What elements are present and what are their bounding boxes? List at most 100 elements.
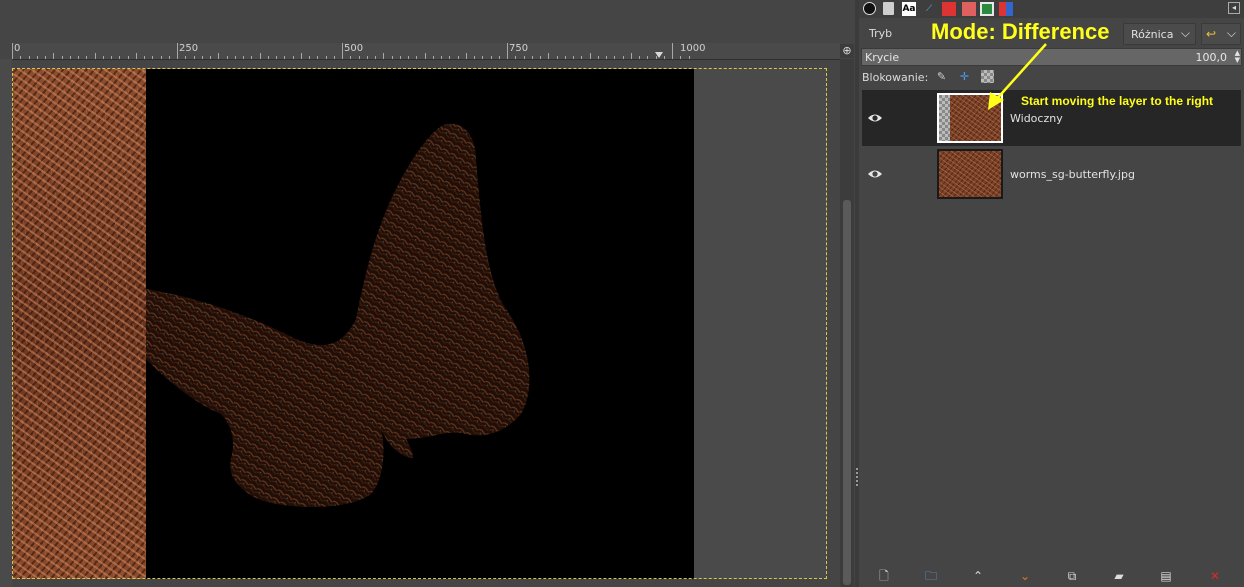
pattern-tab-icon[interactable] <box>883 2 894 15</box>
divider-grip[interactable] <box>856 468 858 486</box>
ruler-tick <box>267 56 269 59</box>
anchor-layer-button[interactable]: ▰ <box>1111 568 1127 584</box>
layer-mask-button[interactable]: ▤ <box>1158 568 1174 584</box>
spin-arrows-icon[interactable]: ▲ ▼ <box>1235 50 1240 64</box>
ruler-label: 500 <box>344 43 364 54</box>
new-layer-button[interactable]: 🗋 <box>876 568 892 584</box>
ruler-tick <box>86 56 88 59</box>
ruler-tick <box>276 56 277 59</box>
font-tab-icon[interactable]: Aa <box>902 2 916 16</box>
chevron-down-icon: ⌵ <box>1180 26 1190 40</box>
ruler-tick <box>111 56 112 59</box>
ruler-tick <box>548 53 550 59</box>
ruler-tick <box>391 56 393 59</box>
opacity-fill <box>862 49 1241 65</box>
ruler-tick <box>69 56 71 59</box>
ruler-tick <box>581 56 583 59</box>
ruler-tick <box>309 56 310 59</box>
vertical-ruler[interactable] <box>0 59 12 587</box>
butterfly-silhouette <box>146 123 530 507</box>
ruler-tick <box>61 56 63 59</box>
layers-tab-icon[interactable] <box>980 2 994 16</box>
ruler-tick <box>523 56 525 59</box>
ruler-tick <box>573 56 574 59</box>
ruler-tick <box>160 56 162 59</box>
ruler-tick <box>399 56 401 59</box>
lock-position-icon[interactable]: ✛ <box>958 70 971 83</box>
ruler-tick <box>589 53 591 59</box>
pointer-position-marker <box>655 52 663 58</box>
ruler-tick <box>597 56 599 59</box>
ruler-tick <box>441 56 442 59</box>
ruler-tick <box>102 56 104 59</box>
ruler-tick <box>416 56 418 59</box>
scrollbar-thumb[interactable] <box>843 200 851 585</box>
canvas-area: 0 250 500 750 1000 ⊕ <box>0 0 855 587</box>
ruler-tick <box>259 53 261 59</box>
ruler-tick <box>94 53 96 59</box>
ruler-tick <box>333 56 335 59</box>
ruler-tick <box>408 56 409 59</box>
layers-toolbar: 🗋 🗀 ⌃ ⌄ ⧉ ▰ ▤ ✕ <box>859 566 1244 587</box>
lock-pixels-icon[interactable]: ✎ <box>935 70 948 83</box>
brush-tab-icon[interactable] <box>863 2 876 15</box>
ruler-tick <box>688 56 690 59</box>
ruler-tick <box>292 56 294 59</box>
lower-layer-button[interactable]: ⌄ <box>1017 568 1033 584</box>
ruler-tick <box>614 56 616 59</box>
tool-tab-icon[interactable] <box>942 2 956 16</box>
dock-menu-icon[interactable]: ◂ <box>1228 2 1240 14</box>
ruler-tick <box>168 56 170 59</box>
raise-layer-button[interactable]: ⌃ <box>970 568 986 584</box>
ruler-tick <box>177 43 178 59</box>
horizontal-ruler[interactable]: 0 250 500 750 1000 <box>12 43 840 60</box>
duplicate-layer-button[interactable]: ⧉ <box>1064 568 1080 584</box>
ruler-tick <box>210 56 211 59</box>
ruler-tick <box>78 56 79 59</box>
ruler-tick <box>144 56 145 59</box>
ruler-tick <box>540 56 541 59</box>
delete-layer-button[interactable]: ✕ <box>1207 568 1223 584</box>
ruler-tick <box>647 56 649 59</box>
mode-dropdown[interactable]: Różnica ⌵ <box>1123 23 1196 45</box>
eye-icon[interactable] <box>867 111 883 125</box>
transparency-checker <box>939 95 950 141</box>
eye-icon[interactable] <box>867 167 883 181</box>
layers-dock: Aa ⟋ ◂ Tryb Różnica ⌵ ↩ ⌵ Krycie 100,0 ▲… <box>859 0 1244 587</box>
ruler-label: 0 <box>14 43 21 54</box>
ruler-tick <box>342 43 343 59</box>
color-tab-icon[interactable] <box>962 2 976 16</box>
navigate-button[interactable]: ⊕ <box>840 44 854 58</box>
ruler-tick <box>366 56 368 59</box>
ruler-tick <box>28 56 30 59</box>
ruler-label: 250 <box>179 43 199 54</box>
ruler-tick <box>358 56 360 59</box>
ruler-tick <box>498 56 500 59</box>
layer-row[interactable]: worms_sg-butterfly.jpg <box>862 146 1241 202</box>
path-tab-icon[interactable]: ⟋ <box>922 2 936 16</box>
ruler-tick <box>218 53 220 59</box>
ruler-tick <box>639 56 640 59</box>
ruler-tick <box>12 43 13 59</box>
ruler-tick <box>606 56 607 59</box>
mode-label: Tryb <box>869 27 893 40</box>
ruler-tick <box>482 56 484 59</box>
layer-name[interactable]: worms_sg-butterfly.jpg <box>1010 168 1135 181</box>
ruler-tick <box>251 56 253 59</box>
new-group-button[interactable]: 🗀 <box>923 568 939 584</box>
composite-mode-button[interactable]: ↩ ⌵ <box>1201 23 1241 45</box>
ruler-tick <box>474 56 475 59</box>
opacity-slider[interactable]: Krycie 100,0 ▲ ▼ <box>861 48 1242 66</box>
channels-tab-icon[interactable] <box>999 2 1013 16</box>
ruler-tick <box>556 56 558 59</box>
ruler-tick <box>507 43 508 59</box>
layer-thumbnail[interactable] <box>937 149 1003 199</box>
ruler-tick <box>424 53 426 59</box>
lock-label: Blokowanie: <box>862 71 929 84</box>
ruler-tick <box>325 56 327 59</box>
toolbar-area <box>0 0 855 42</box>
annotation-arrow-icon <box>988 43 1047 110</box>
ruler-tick <box>630 53 632 59</box>
ruler-tick <box>680 56 682 59</box>
ruler-tick <box>36 56 38 59</box>
